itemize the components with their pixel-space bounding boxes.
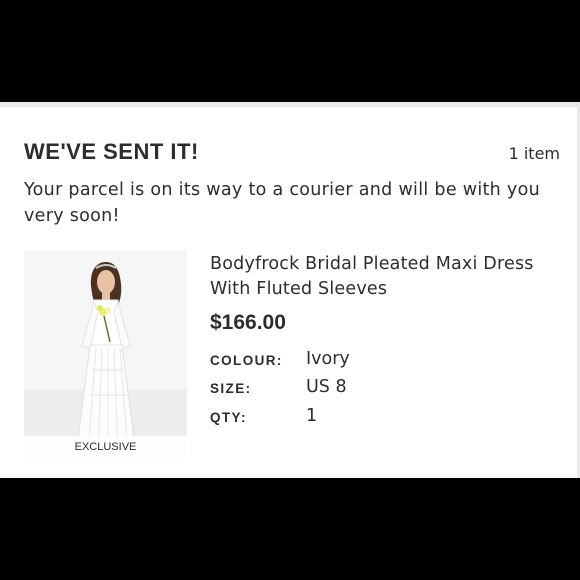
product-price: $166.00 — [210, 311, 286, 334]
letterbox-top — [0, 0, 580, 102]
attribute-value: Ivory — [306, 349, 350, 369]
attribute-value: US 8 — [306, 377, 347, 397]
letterbox-bottom — [0, 478, 580, 580]
attribute-value: 1 — [306, 406, 318, 426]
order-status-title: WE'VE SENT IT! — [24, 139, 199, 164]
bride-dress-illustration — [24, 250, 187, 458]
exclusive-badge: EXCLUSIVE — [24, 436, 187, 458]
attribute-qty-row: QTY: 1 — [210, 406, 570, 432]
order-card: WE'VE SENT IT! 1 item Your parcel is on … — [0, 102, 580, 478]
attribute-label: SIZE: — [210, 381, 252, 396]
item-count: 1 item — [508, 144, 560, 163]
attribute-label: COLOUR: — [210, 353, 283, 368]
attribute-label: QTY: — [210, 410, 247, 425]
attribute-size-row: SIZE: US 8 — [210, 377, 570, 403]
attribute-colour-row: COLOUR: Ivory — [210, 349, 570, 375]
product-name-link[interactable]: Bodyfrock Bridal Pleated Maxi Dress With… — [210, 252, 560, 302]
shipping-message: Your parcel is on its way to a courier a… — [24, 180, 540, 226]
product-image[interactable]: EXCLUSIVE — [24, 250, 187, 458]
